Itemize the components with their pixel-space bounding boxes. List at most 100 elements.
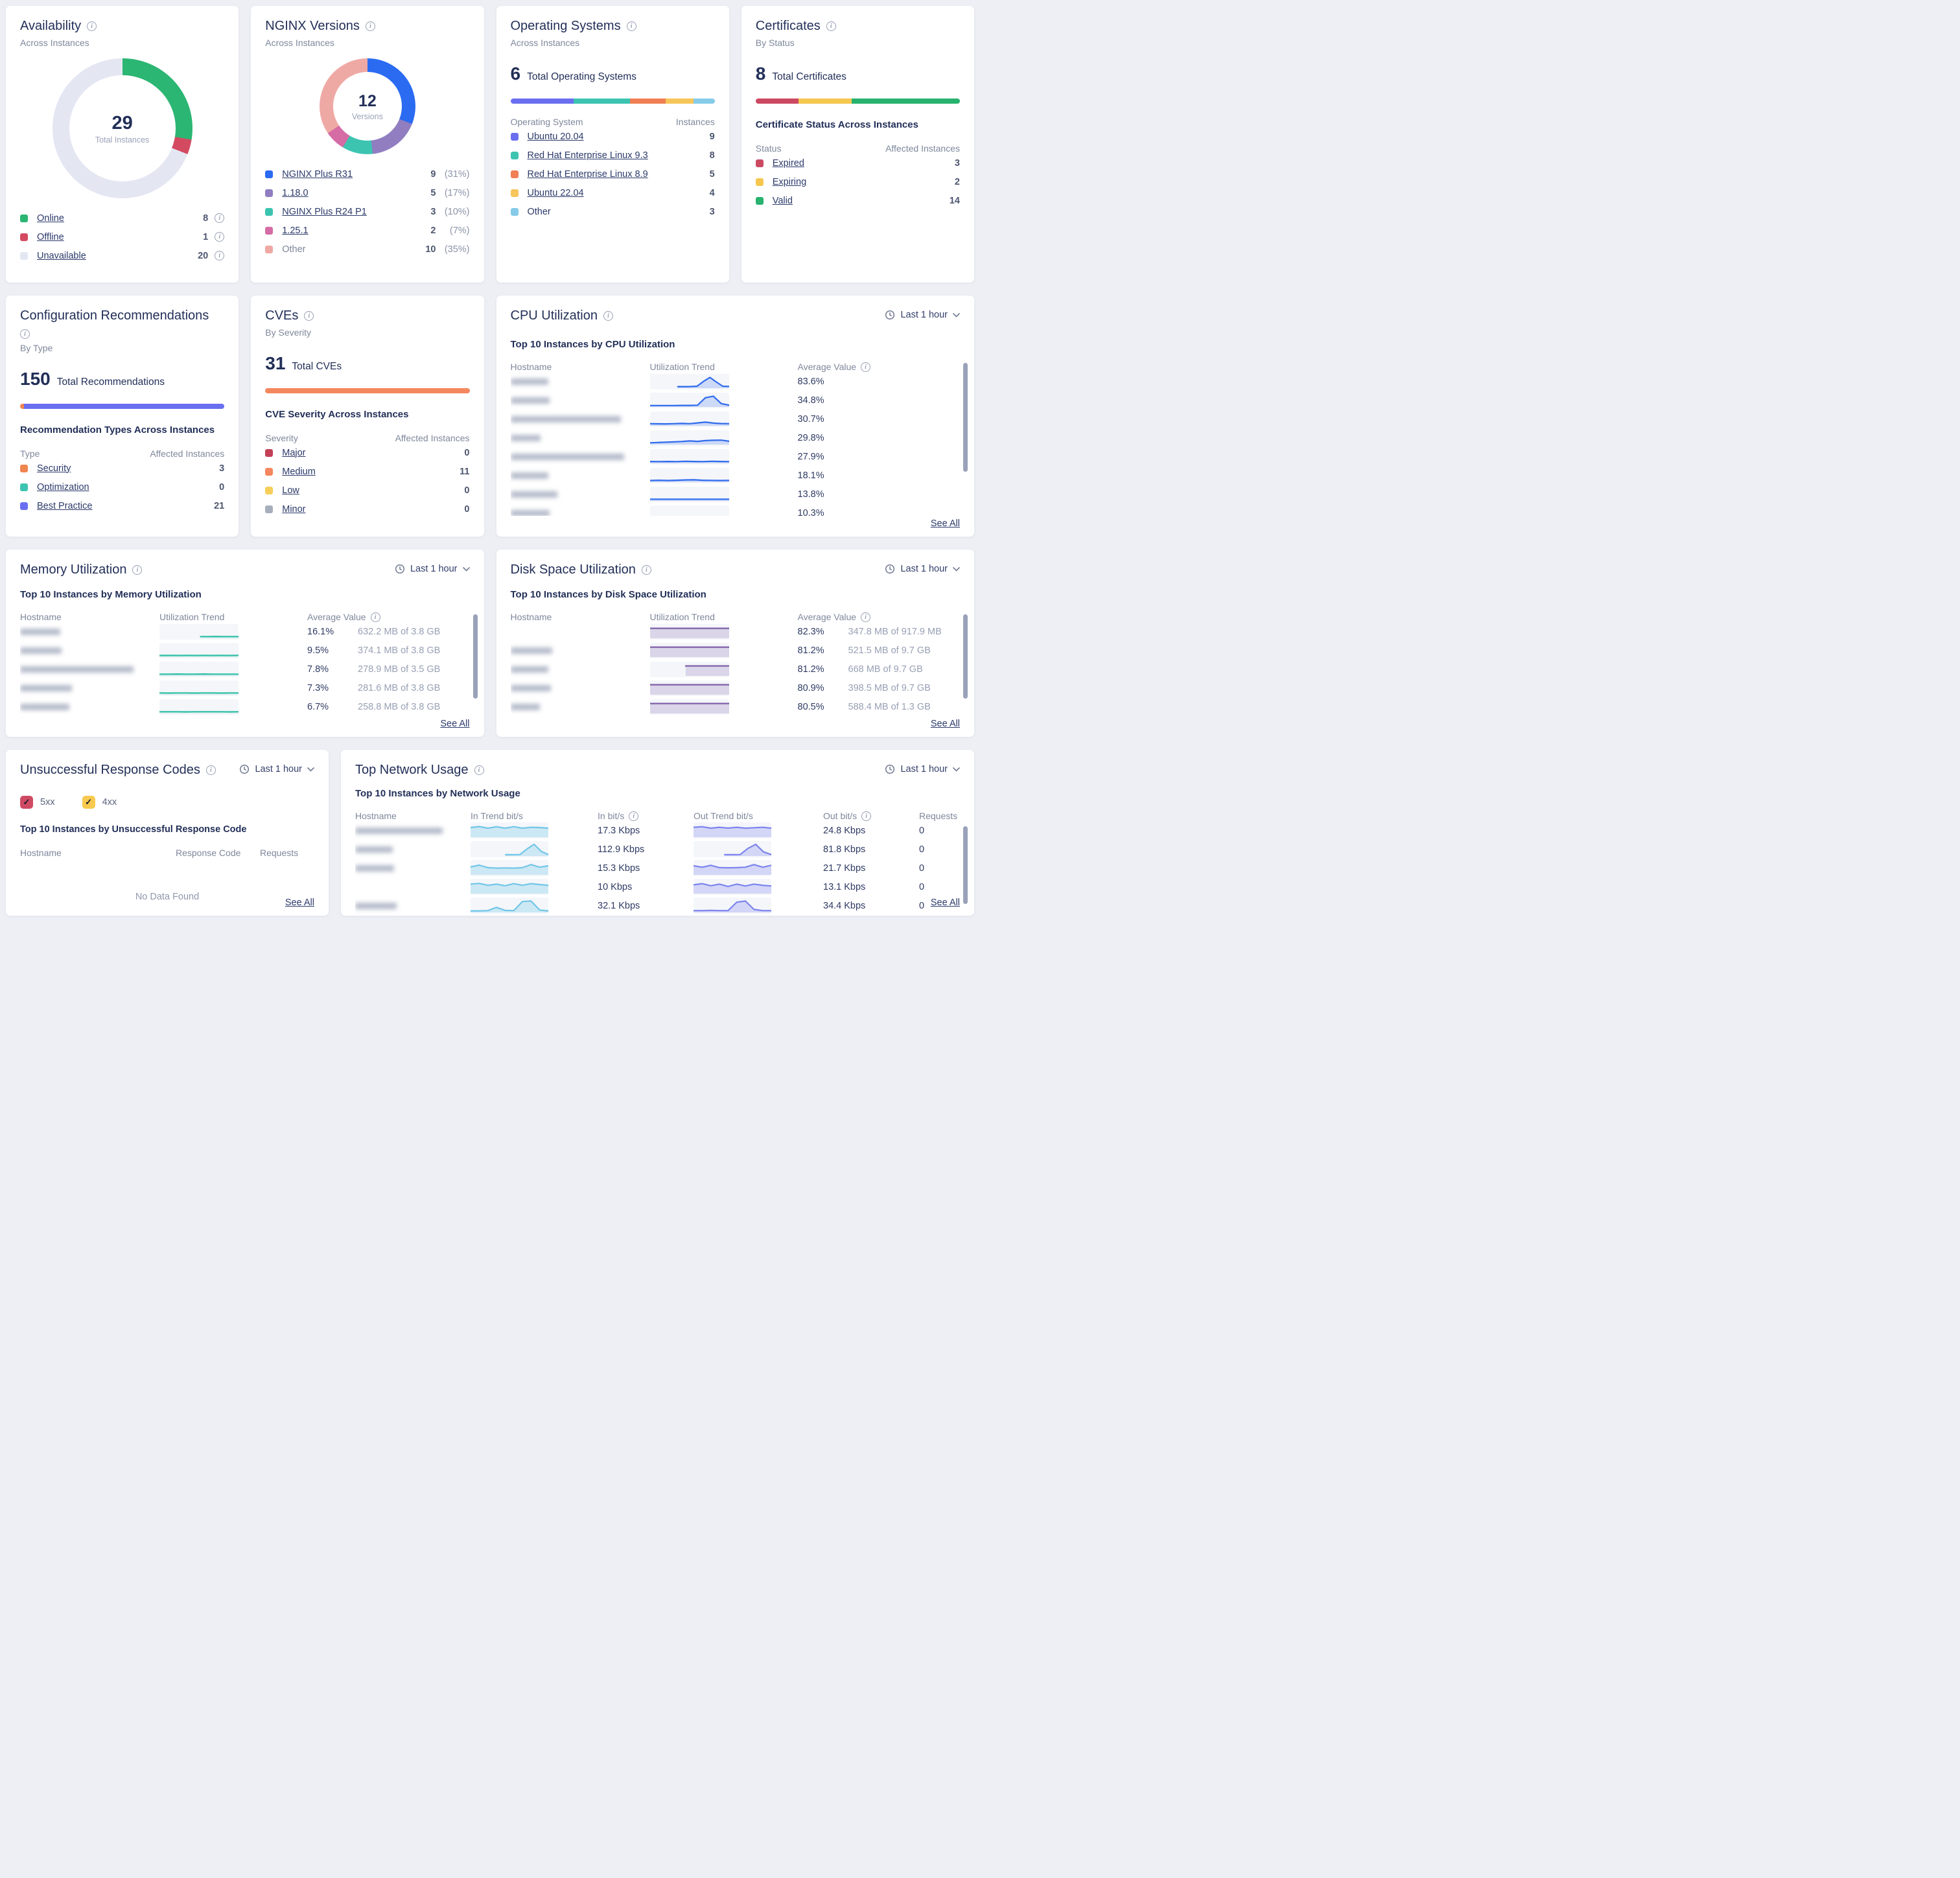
info-icon[interactable] <box>861 362 870 372</box>
status-link[interactable]: Valid <box>773 196 793 206</box>
os-link[interactable]: Other <box>528 207 551 217</box>
info-icon[interactable] <box>215 232 224 242</box>
hostname-redacted[interactable] <box>20 629 60 635</box>
legend-link[interactable]: Online <box>37 213 64 224</box>
hostname-redacted[interactable] <box>20 647 62 654</box>
os-link[interactable]: Ubuntu 22.04 <box>528 188 584 198</box>
response-code-filter[interactable]: 4xx <box>82 796 117 809</box>
status-col-header: Status <box>756 143 782 154</box>
info-icon[interactable] <box>861 811 871 821</box>
total-recommendations-label: Total Recommendations <box>57 377 165 388</box>
type-link[interactable]: Security <box>37 463 71 474</box>
hostname-redacted[interactable] <box>355 846 393 853</box>
info-icon[interactable] <box>861 612 870 622</box>
response-code-col-header: Response Code <box>176 848 260 858</box>
cpu-see-all-link[interactable]: See All <box>931 518 960 529</box>
hostname-redacted[interactable] <box>355 903 397 909</box>
hostname-redacted[interactable] <box>511 666 548 673</box>
cpu-trend-sparkline <box>650 430 729 446</box>
disk-see-all-link[interactable]: See All <box>931 719 960 729</box>
hostname-redacted[interactable] <box>511 454 624 460</box>
legend-link[interactable]: 1.18.0 <box>282 188 308 198</box>
row-value: 0 <box>464 448 469 458</box>
disk-list-scrollbar[interactable] <box>963 614 968 699</box>
info-icon[interactable] <box>366 21 375 31</box>
info-icon[interactable] <box>371 612 380 622</box>
memory-instances-list: 16.1% 632.2 MB of 3.8 GB 9.5% 374.1 MB o… <box>20 622 470 717</box>
memory-time-range-dropdown[interactable]: Last 1 hour <box>395 564 470 574</box>
response-codes-time-range-dropdown[interactable]: Last 1 hour <box>239 764 314 774</box>
legend-link[interactable]: Other <box>282 244 305 255</box>
info-icon[interactable] <box>826 21 836 31</box>
type-link[interactable]: Optimization <box>37 482 89 493</box>
legend-link[interactable]: NGINX Plus R31 <box>282 169 353 180</box>
info-icon[interactable] <box>474 765 484 775</box>
hostname-redacted[interactable] <box>20 666 134 673</box>
response-code-filter[interactable]: 5xx <box>20 796 55 809</box>
os-link[interactable]: Ubuntu 20.04 <box>528 132 584 142</box>
bar-segment <box>852 99 960 104</box>
memory-list-scrollbar[interactable] <box>473 614 478 699</box>
out-trend-sparkline <box>694 898 771 914</box>
legend-link[interactable]: Unavailable <box>37 251 86 261</box>
operating-systems-title: Operating Systems <box>511 19 621 34</box>
info-icon[interactable] <box>627 21 636 31</box>
legend-value: 9 <box>430 169 436 180</box>
hostname-redacted[interactable] <box>355 865 394 872</box>
info-icon[interactable] <box>304 311 314 321</box>
network-instance-row: 32.1 Kbps 34.4 Kbps 0 <box>355 896 960 915</box>
severity-link[interactable]: Low <box>282 485 299 496</box>
network-see-all-link[interactable]: See All <box>931 898 960 908</box>
info-icon[interactable] <box>215 251 224 261</box>
status-link[interactable]: Expired <box>773 158 804 168</box>
out-bits-value: 24.8 Kbps <box>823 826 919 836</box>
network-list-scrollbar[interactable] <box>963 826 968 904</box>
hostname-redacted[interactable] <box>511 704 540 710</box>
hostname-redacted[interactable] <box>511 435 541 441</box>
memory-see-all-link[interactable]: See All <box>440 719 469 729</box>
type-link[interactable]: Best Practice <box>37 501 92 511</box>
severity-link[interactable]: Major <box>282 448 305 458</box>
hostname-redacted[interactable] <box>511 647 552 654</box>
hostname-redacted[interactable] <box>20 685 72 691</box>
legend-link[interactable]: 1.25.1 <box>282 226 308 236</box>
info-icon[interactable] <box>642 565 651 575</box>
hostname-redacted[interactable] <box>511 685 551 691</box>
cpu-time-range-dropdown[interactable]: Last 1 hour <box>885 310 960 320</box>
unsuccessful-response-codes-card: Unsuccessful Response Codes Last 1 hour … <box>5 749 329 916</box>
os-link[interactable]: Red Hat Enterprise Linux 8.9 <box>528 169 648 180</box>
info-icon[interactable] <box>20 329 30 339</box>
hostname-redacted[interactable] <box>355 828 443 834</box>
hostname-redacted[interactable] <box>511 397 550 404</box>
info-icon[interactable] <box>603 311 613 321</box>
network-time-range-dropdown[interactable]: Last 1 hour <box>885 764 960 774</box>
legend-link[interactable]: NGINX Plus R24 P1 <box>282 207 367 217</box>
cpu-list-scrollbar[interactable] <box>963 363 968 472</box>
response-codes-see-all-link[interactable]: See All <box>285 898 314 908</box>
hostname-redacted[interactable] <box>511 491 557 498</box>
cpu-section-title: Top 10 Instances by CPU Utilization <box>511 339 961 350</box>
out-trend-sparkline <box>694 841 771 857</box>
os-link[interactable]: Red Hat Enterprise Linux 9.3 <box>528 150 648 161</box>
disk-time-range-dropdown[interactable]: Last 1 hour <box>885 564 960 574</box>
status-link[interactable]: Expiring <box>773 177 806 187</box>
table-row: Red Hat Enterprise Linux 8.9 5 <box>511 165 715 183</box>
hostname-redacted[interactable] <box>20 704 69 710</box>
info-icon[interactable] <box>87 21 97 31</box>
hostname-redacted[interactable] <box>511 472 548 479</box>
hostname-redacted[interactable] <box>511 510 550 516</box>
checkbox-checked-icon[interactable] <box>82 796 95 809</box>
clock-icon <box>885 310 895 320</box>
severity-link[interactable]: Minor <box>282 504 305 515</box>
info-icon[interactable] <box>629 811 638 821</box>
checkbox-checked-icon[interactable] <box>20 796 33 809</box>
hostname-redacted[interactable] <box>511 378 548 385</box>
severity-link[interactable]: Medium <box>282 467 316 477</box>
info-icon[interactable] <box>206 765 216 775</box>
info-icon[interactable] <box>215 213 224 223</box>
legend-link[interactable]: Offline <box>37 232 64 242</box>
hostname-redacted[interactable] <box>511 416 621 423</box>
info-icon[interactable] <box>132 565 142 575</box>
instances-col-header: Instances <box>676 117 715 127</box>
row-value: 0 <box>464 504 469 515</box>
